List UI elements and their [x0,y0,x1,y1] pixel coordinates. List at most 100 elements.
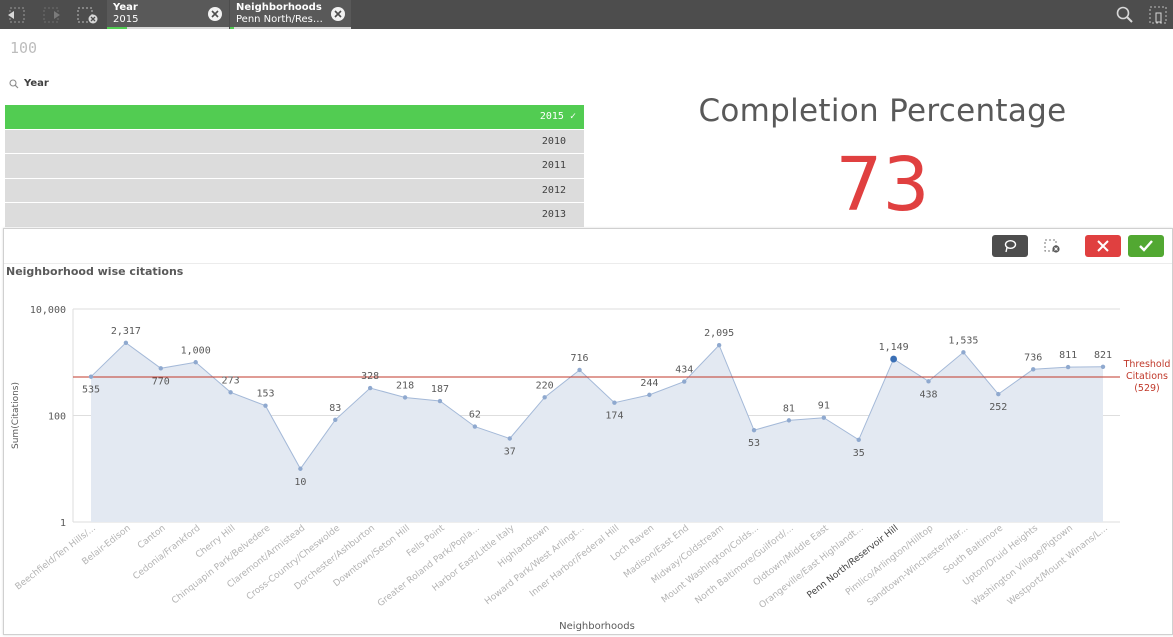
x-tick-label: Canton [136,523,168,551]
data-label: 153 [256,389,274,400]
data-label: 328 [361,371,379,382]
data-label: 244 [640,378,658,389]
list-item-label: 2010 [541,135,566,147]
list-item[interactable]: 2013 [5,203,584,228]
data-label: 252 [989,402,1007,413]
data-point [228,390,233,395]
data-label: 273 [222,375,240,386]
kpi-value: 73 [835,142,930,228]
data-point [856,437,861,442]
threshold-label-line: Threshold [1123,359,1171,370]
data-point [193,360,198,365]
chip-title: Neighborhoods [236,2,322,13]
selection-chip-neighborhoods[interactable]: Neighborhoods Penn North/Rese... [230,0,351,29]
list-item[interactable]: 2015 ✓ [5,105,584,130]
data-point [577,367,582,373]
data-label: 434 [675,365,693,376]
kpi-title: Completion Percentage [698,93,1067,129]
selections-tool-icon[interactable] [1142,0,1173,29]
data-point [507,436,512,441]
data-label: 821 [1094,350,1112,361]
x-axis-tick-labels: Beechfield/Ten Hills/...Belair-Edison Can… [14,523,1110,611]
data-label: 220 [536,380,554,391]
data-label: 187 [431,384,449,395]
data-point [682,379,687,384]
filter-title: Year [24,78,49,89]
data-label: 174 [605,411,623,422]
y-axis-tick-labels: 1 100 10,000 [30,305,66,529]
data-label: 35 [853,448,865,459]
data-label: 1,149 [879,342,909,353]
data-label: 716 [571,353,589,364]
chip-state-bar-selected [107,27,127,29]
chip-value: 2015 [113,14,139,25]
chip-title: Year [113,2,138,13]
data-label: 218 [396,380,414,391]
data-point [821,415,827,420]
data-point [786,418,792,423]
data-label: 2,095 [704,328,734,339]
data-point [437,398,443,404]
data-point [926,379,931,384]
chip-value: Penn North/Rese... [236,14,328,25]
data-point [158,366,163,371]
data-point [542,395,547,400]
data-point [612,400,617,405]
data-label: 2,317 [111,326,141,337]
data-point [88,374,94,379]
kpi-small-value: 100 [10,39,38,57]
data-point [1065,364,1071,370]
selection-chip-year[interactable]: Year 2015 [107,0,229,29]
data-point [402,395,408,400]
close-icon[interactable] [331,7,345,21]
data-label: 811 [1059,350,1077,361]
list-item[interactable]: 2010 [5,129,584,154]
chip-state-bar [230,27,351,29]
list-item-label: 2015 ✓ [539,111,576,122]
close-icon[interactable] [208,7,222,21]
data-point [996,391,1001,397]
data-label: 535 [82,385,100,396]
x-tick-label: Cedonia/Frankford [131,523,202,582]
data-label: 37 [504,446,516,457]
data-point [751,427,757,433]
x-axis-title: Neighborhoods [559,621,635,632]
search-icon[interactable] [1108,0,1142,29]
chip-state-bar-selected [230,27,234,29]
step-back-icon[interactable] [0,0,34,29]
x-tick-label: South Baltimore [942,523,1006,576]
line-area-chart[interactable]: ThresholdCitations(529) 535 2,317 770 1,000… [4,229,1172,634]
y-tick-label: 100 [48,412,66,423]
threshold-label-line: (529) [1134,383,1160,394]
data-point [1100,364,1106,370]
data-point [298,466,303,471]
filter-header[interactable]: Year [9,78,49,89]
clear-selections-icon[interactable] [70,0,104,29]
y-axis-title: Sum(Citations) [11,382,21,449]
data-label: 770 [152,376,170,387]
data-point [1031,367,1036,372]
data-label: 1,535 [948,335,978,346]
data-point [647,392,652,398]
chart-panel: Neighborhood wise citations Threshold Cit… [3,228,1173,635]
data-point [890,355,898,363]
filter-list-year: 2015 ✓ 2010 2011 2012 2013 [5,105,584,228]
list-item[interactable]: 2012 [5,178,584,203]
data-label: 1,000 [181,345,211,356]
y-tick-label: 1 [60,518,66,529]
data-point [367,385,373,391]
data-point [472,424,478,429]
list-item-label: 2011 [541,160,566,171]
data-point [123,340,129,346]
data-label: 91 [818,401,830,412]
list-item[interactable]: 2011 [5,154,584,179]
y-tick-label: 10,000 [30,305,66,316]
data-label: 10 [294,477,306,488]
data-label: 81 [783,403,795,414]
data-point [333,417,338,423]
data-point [716,342,722,348]
threshold-label: ThresholdCitations(529) [1123,359,1171,394]
threshold-label-line: Citations [1126,371,1168,382]
data-label: 438 [919,389,937,400]
step-forward-icon[interactable] [34,0,68,29]
